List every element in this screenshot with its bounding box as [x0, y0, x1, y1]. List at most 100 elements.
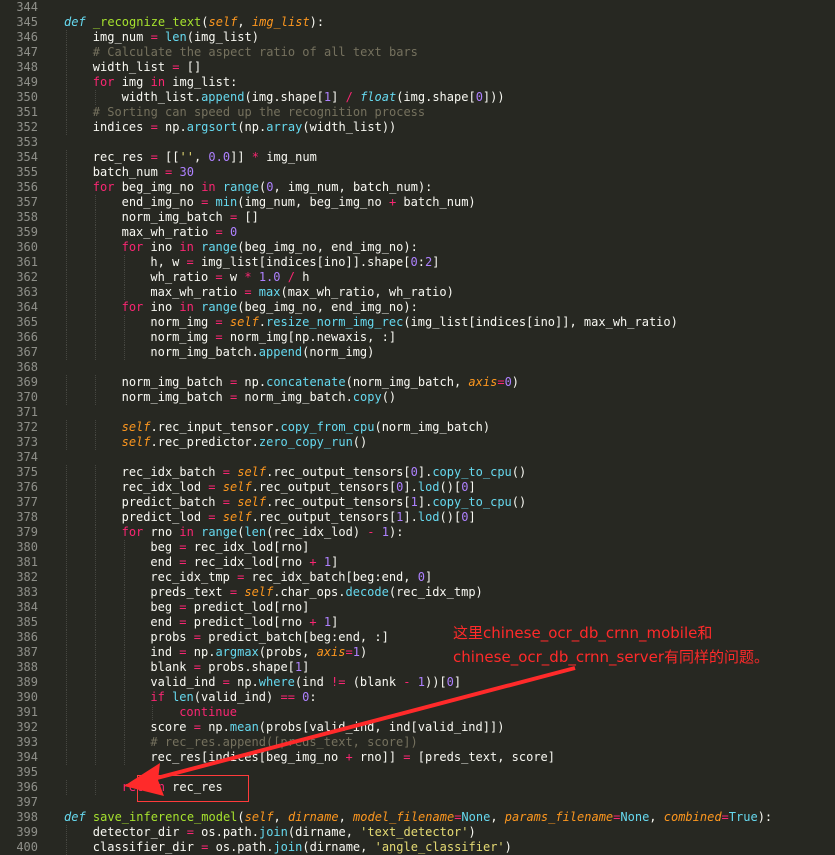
indent-guide — [94, 690, 96, 705]
code-token: ) — [468, 825, 476, 839]
code-line[interactable]: 397 — [0, 795, 835, 810]
code-token: True — [728, 810, 758, 824]
indent-guide — [94, 780, 96, 795]
code-token: self — [222, 510, 252, 524]
code-line[interactable]: 360 for ino in range(beg_img_no, end_img_… — [0, 240, 835, 255]
code-token: (rec_idx_tmp) — [388, 585, 483, 599]
code-token: range — [201, 300, 238, 314]
code-line[interactable]: 383 preds_text = self.char_ops.decode(rec… — [0, 585, 835, 600]
code-token: norm_img[np.newaxis, :] — [222, 330, 397, 344]
code-line[interactable]: 349 for img in img_list: — [0, 75, 835, 90]
code-line[interactable]: 366 norm_img = norm_img[np.newaxis, :] — [0, 330, 835, 345]
code-line[interactable]: 355 batch_num = 30 — [0, 165, 835, 180]
code-token: (norm_img) — [302, 345, 375, 359]
code-line[interactable]: 350 width_list.append(img.shape[1] / floa… — [0, 90, 835, 105]
code-token: params_filename — [504, 810, 614, 824]
indent-guide — [66, 255, 67, 270]
code-line[interactable]: 396 return rec_res — [0, 780, 835, 795]
code-line[interactable]: 379 for rno in range(len(rec_idx_lod) - 1… — [0, 525, 835, 540]
code-line[interactable]: 354 rec_res = [['', 0.0]] * img_num — [0, 150, 835, 165]
code-line[interactable]: 391 continue — [0, 705, 835, 720]
code-line[interactable]: 378 predict_lod = self.rec_output_tensors… — [0, 510, 835, 525]
code-token: 'angle_classifier' — [374, 840, 505, 854]
code-token: img_num — [92, 30, 151, 44]
code-line[interactable]: 352 indices = np.argsort(np.array(width_l… — [0, 120, 835, 135]
code-token: concatenate — [266, 375, 346, 389]
code-token: 1 — [381, 525, 389, 539]
code-line[interactable]: 369 norm_img_batch = np.concatenate(norm_… — [0, 375, 835, 390]
code-line[interactable]: 351 # Sorting can speed up the recognitio… — [0, 105, 835, 120]
code-line[interactable]: 367 norm_img_batch.append(norm_img) — [0, 345, 835, 360]
code-line[interactable]: 376 rec_idx_lod = self.rec_output_tensors… — [0, 480, 835, 495]
code-line[interactable]: 361 h, w = img_list[indices[ino]].shape[0… — [0, 255, 835, 270]
code-token: norm_img_batch — [121, 375, 230, 389]
code-line[interactable]: 400 classifier_dir = os.path.join(dirname… — [0, 840, 835, 855]
code-line[interactable]: 345 def _recognize_text(self, img_list): — [0, 15, 835, 30]
indent-guide — [94, 315, 96, 330]
code-token: = — [222, 675, 230, 689]
code-token: probs.shape[ — [200, 660, 295, 674]
code-line[interactable]: 399 detector_dir = os.path.join(dirname, … — [0, 825, 835, 840]
code-token: (ind — [294, 675, 332, 689]
code-line[interactable]: 384 beg = predict_lod[rno] — [0, 600, 835, 615]
code-line[interactable]: 358 norm_img_batch = [] — [0, 210, 835, 225]
line-number: 374 — [16, 450, 38, 464]
code-token: ]. — [417, 465, 433, 479]
code-line[interactable]: 375 rec_idx_batch = self.rec_output_tenso… — [0, 465, 835, 480]
code-line[interactable]: 395 — [0, 765, 835, 780]
code-line[interactable]: 357 end_img_no = min(img_num, beg_img_no … — [0, 195, 835, 210]
code-line[interactable]: 365 norm_img = self.resize_norm_img_rec(i… — [0, 315, 835, 330]
code-token: np. — [237, 375, 267, 389]
code-line[interactable]: 389 valid_ind = np.where(ind != (blank - … — [0, 675, 835, 690]
code-editor[interactable]: 344 345 def _recognize_text(self, img_list… — [0, 0, 835, 855]
code-text: ind = np.argmax(probs, axis=1) — [150, 645, 367, 660]
indent-guide — [66, 315, 67, 330]
code-line[interactable]: 348 width_list = [] — [0, 60, 835, 75]
code-line[interactable]: 377 predict_batch = self.rec_output_tenso… — [0, 495, 835, 510]
code-line[interactable]: 370 norm_img_batch = norm_img_batch.copy(… — [0, 390, 835, 405]
code-line[interactable]: 373 self.rec_predictor.zero_copy_run() — [0, 435, 835, 450]
code-token: width_list. — [121, 90, 202, 104]
code-line[interactable]: 371 — [0, 405, 835, 420]
indent-guide — [66, 630, 67, 645]
code-token: rec_idx_lod[rno] — [186, 540, 310, 554]
code-line[interactable]: 372 self.rec_input_tensor.copy_from_cpu(n… — [0, 420, 835, 435]
line-number: 398 — [16, 810, 38, 824]
code-line[interactable]: 346 img_num = len(img_list) — [0, 30, 835, 45]
code-line[interactable]: 381 end = rec_idx_lod[rno + 1] — [0, 555, 835, 570]
code-token: .rec_output_tensors[ — [251, 480, 397, 494]
code-token: 1 — [417, 675, 425, 689]
code-token: beg — [150, 540, 180, 554]
line-number: 348 — [16, 60, 38, 74]
code-token: norm_img_batch — [121, 390, 230, 404]
code-line[interactable]: 344 — [0, 0, 835, 15]
code-line[interactable]: 359 max_wh_ratio = 0 — [0, 225, 835, 240]
code-token: != — [331, 675, 346, 689]
code-token: ] — [424, 570, 433, 584]
code-line[interactable]: 392 score = np.mean(probs[valid_ind, ind[… — [0, 720, 835, 735]
code-line[interactable]: 347 # Calculate the aspect ratio of all t… — [0, 45, 835, 60]
code-token: 0 — [410, 465, 418, 479]
line-number: 397 — [16, 795, 38, 809]
code-line[interactable]: 362 wh_ratio = w * 1.0 / h — [0, 270, 835, 285]
code-line[interactable]: 356 for beg_img_no in range(0, img_num, b… — [0, 180, 835, 195]
code-line[interactable]: 394 rec_res[indices[beg_img_no + rno]] = … — [0, 750, 835, 765]
line-number: 349 — [16, 75, 38, 89]
code-line[interactable]: 364 for ino in range(beg_img_no, end_img_… — [0, 300, 835, 315]
code-token: max_wh_ratio — [121, 225, 216, 239]
code-line[interactable]: 374 — [0, 450, 835, 465]
code-line[interactable]: 398 def save_inference_model(self, dirnam… — [0, 810, 835, 825]
code-line[interactable]: 353 — [0, 135, 835, 150]
code-line[interactable]: 393 # rec_res.append([preds_text, score]) — [0, 735, 835, 750]
indent-guide — [94, 720, 96, 735]
code-line[interactable]: 382 rec_idx_tmp = rec_idx_batch[beg:end, … — [0, 570, 835, 585]
code-line[interactable]: 363 max_wh_ratio = max(max_wh_ratio, wh_r… — [0, 285, 835, 300]
code-text: def save_inference_model(self, dirname, … — [64, 810, 772, 825]
code-token: = — [244, 285, 252, 299]
code-line[interactable]: 368 — [0, 360, 835, 375]
line-number: 358 — [16, 210, 38, 224]
code-line[interactable]: 390 if len(valid_ind) == 0: — [0, 690, 835, 705]
code-token: * — [251, 150, 260, 164]
code-token: continue — [179, 705, 237, 719]
code-line[interactable]: 380 beg = rec_idx_lod[rno] — [0, 540, 835, 555]
